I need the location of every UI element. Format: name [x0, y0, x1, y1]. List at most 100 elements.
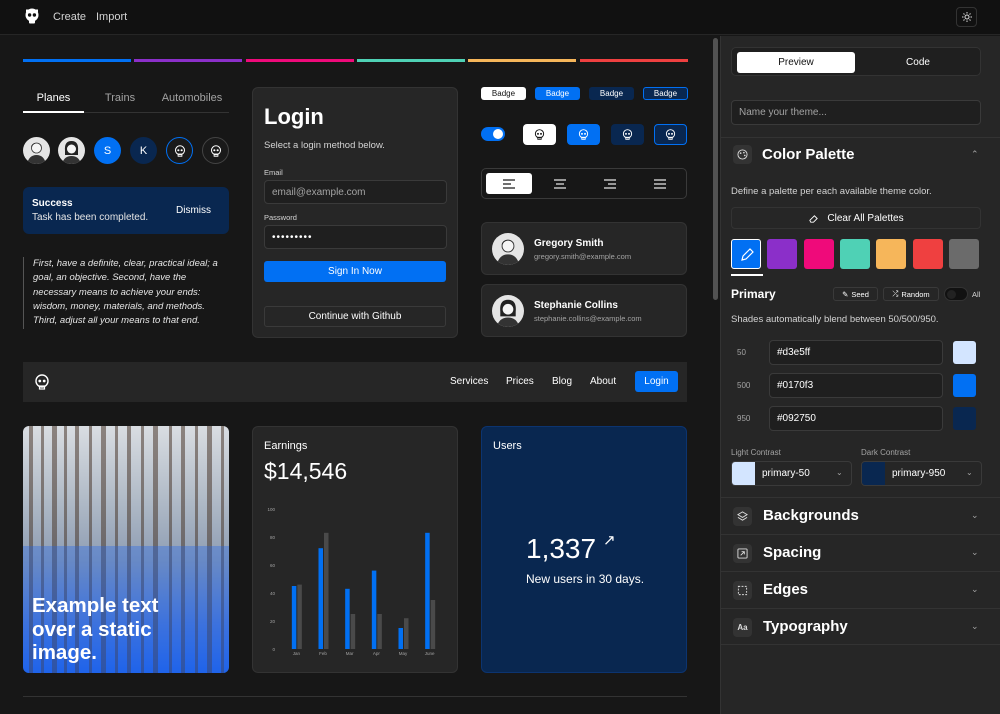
y-tick-label: 0 [272, 647, 275, 652]
skull-logo-icon[interactable] [34, 374, 50, 390]
icon-button[interactable] [523, 124, 556, 145]
nav-blog[interactable]: Blog [552, 376, 572, 387]
section-title: Spacing [763, 544, 822, 561]
blockquote: First, have a definite, clear, practical… [23, 257, 229, 329]
nav-services[interactable]: Services [450, 376, 488, 387]
email-field[interactable]: email@example.com [264, 180, 447, 204]
align-justify-button[interactable] [637, 173, 683, 194]
shade-swatch[interactable] [953, 341, 976, 364]
palette-swatch[interactable] [948, 239, 979, 269]
toggle-switch[interactable] [481, 127, 505, 141]
section-edges[interactable]: Edges ⌄ [721, 571, 1000, 608]
dark-contrast-select[interactable]: primary-950 ⌄ [861, 461, 982, 486]
shade-hex-input[interactable]: #0170f3 [769, 373, 943, 398]
divider [23, 696, 687, 697]
skull-icon [210, 144, 221, 157]
shade-swatch[interactable] [953, 407, 976, 430]
scrollbar[interactable] [712, 36, 720, 714]
all-toggle[interactable] [944, 287, 968, 301]
chevron-up-icon[interactable]: ⌃ [971, 149, 979, 160]
badge: Badge [643, 87, 688, 100]
users-caption: New users in 30 days. [526, 572, 645, 586]
seed-label: Seed [851, 289, 869, 299]
all-label: All [972, 290, 981, 299]
skull-icon [622, 129, 633, 140]
x-tick-label: Apr [373, 651, 381, 656]
tab-preview[interactable]: Preview [737, 52, 855, 73]
avatar [166, 137, 193, 164]
github-button[interactable]: Continue with Github [264, 306, 446, 327]
color-stripe [134, 59, 243, 62]
scrollbar-thumb[interactable] [713, 38, 718, 300]
palette-swatch[interactable] [839, 239, 870, 269]
align-left-button[interactable] [486, 173, 532, 194]
avatar [492, 295, 524, 327]
section-spacing[interactable]: Spacing ⌄ [721, 534, 1000, 571]
shade-label: 950 [737, 414, 751, 423]
image-card: Example text over a static image. [23, 426, 229, 673]
tab-code[interactable]: Code [859, 52, 977, 73]
password-field[interactable]: ••••••••• [264, 225, 447, 249]
toggle-knob [947, 290, 956, 299]
shade-hex-input[interactable]: #092750 [769, 406, 943, 431]
color-stripe [468, 59, 577, 62]
nav-about[interactable]: About [590, 376, 616, 387]
chart-bar [430, 600, 436, 649]
color-stripe [356, 59, 465, 62]
user-card[interactable]: Gregory Smith gregory.smith@example.com [481, 222, 687, 275]
random-button[interactable]: ⤮ Random [883, 287, 939, 301]
palette-swatch[interactable] [803, 239, 834, 269]
primary-title: Primary [731, 287, 776, 301]
chart-bar [350, 614, 356, 649]
align-center-button[interactable] [537, 173, 583, 194]
theme-name-input[interactable]: Name your theme... [731, 100, 981, 125]
tab-automobiles[interactable]: Automobiles [156, 92, 228, 104]
icon-button[interactable] [611, 124, 644, 145]
skull-logo-icon[interactable] [24, 8, 40, 24]
dismiss-button[interactable]: Dismiss [176, 205, 211, 216]
shade-swatch[interactable] [953, 374, 976, 397]
theme-toggle-button[interactable] [956, 7, 977, 27]
users-card: Users 1,337 ↗ New users in 30 days. [481, 426, 687, 673]
seed-button[interactable]: ✎ Seed [833, 287, 878, 301]
create-link[interactable]: Create [53, 11, 86, 23]
light-contrast-swatch [732, 462, 755, 485]
palette-swatch[interactable] [767, 239, 798, 269]
x-tick-label: June [425, 651, 435, 656]
tab-trains[interactable]: Trains [92, 92, 148, 104]
chart-bar [345, 588, 350, 649]
skull-icon [578, 129, 589, 140]
import-link[interactable]: Import [96, 11, 127, 23]
align-center-icon [554, 178, 566, 189]
shade-hex-input[interactable]: #d3e5ff [769, 340, 943, 365]
align-right-button[interactable] [587, 173, 633, 194]
palette-icon [733, 145, 752, 164]
chart-bar [371, 570, 377, 649]
user-card[interactable]: Stephanie Collins stephanie.collins@exam… [481, 284, 687, 337]
align-left-icon [503, 178, 515, 189]
icon-button[interactable] [654, 124, 687, 145]
person-illustration-icon [27, 142, 46, 164]
palette-swatch[interactable] [912, 239, 943, 269]
chevron-down-icon: ⌄ [971, 621, 979, 631]
nav-prices[interactable]: Prices [506, 376, 534, 387]
sign-in-button[interactable]: Sign In Now [264, 261, 446, 282]
palette-swatch[interactable] [876, 239, 907, 269]
icon-button[interactable] [567, 124, 600, 145]
users-label: Users [493, 440, 522, 452]
skull-icon [174, 144, 185, 157]
earnings-bar-chart: 100 80 60 40 20 0 Jan Feb Mar Apr May June [267, 507, 436, 656]
section-typography[interactable]: Aa Typography ⌄ [721, 608, 1000, 645]
light-contrast-select[interactable]: primary-50 ⌄ [731, 461, 852, 486]
tab-planes[interactable]: Planes [23, 92, 84, 104]
palette-swatch[interactable] [731, 239, 761, 269]
section-backgrounds[interactable]: Backgrounds ⌄ [721, 497, 1000, 534]
chevron-down-icon: ⌄ [836, 468, 843, 477]
dark-contrast-label: Dark Contrast [861, 448, 911, 457]
person-illustration-icon [496, 239, 520, 265]
user-email: gregory.smith@example.com [534, 252, 632, 261]
clear-palettes-button[interactable]: Clear All Palettes [731, 207, 981, 229]
login-title: Login [264, 104, 324, 129]
chevron-down-icon: ⌄ [966, 468, 973, 477]
nav-login-button[interactable]: Login [635, 371, 678, 392]
